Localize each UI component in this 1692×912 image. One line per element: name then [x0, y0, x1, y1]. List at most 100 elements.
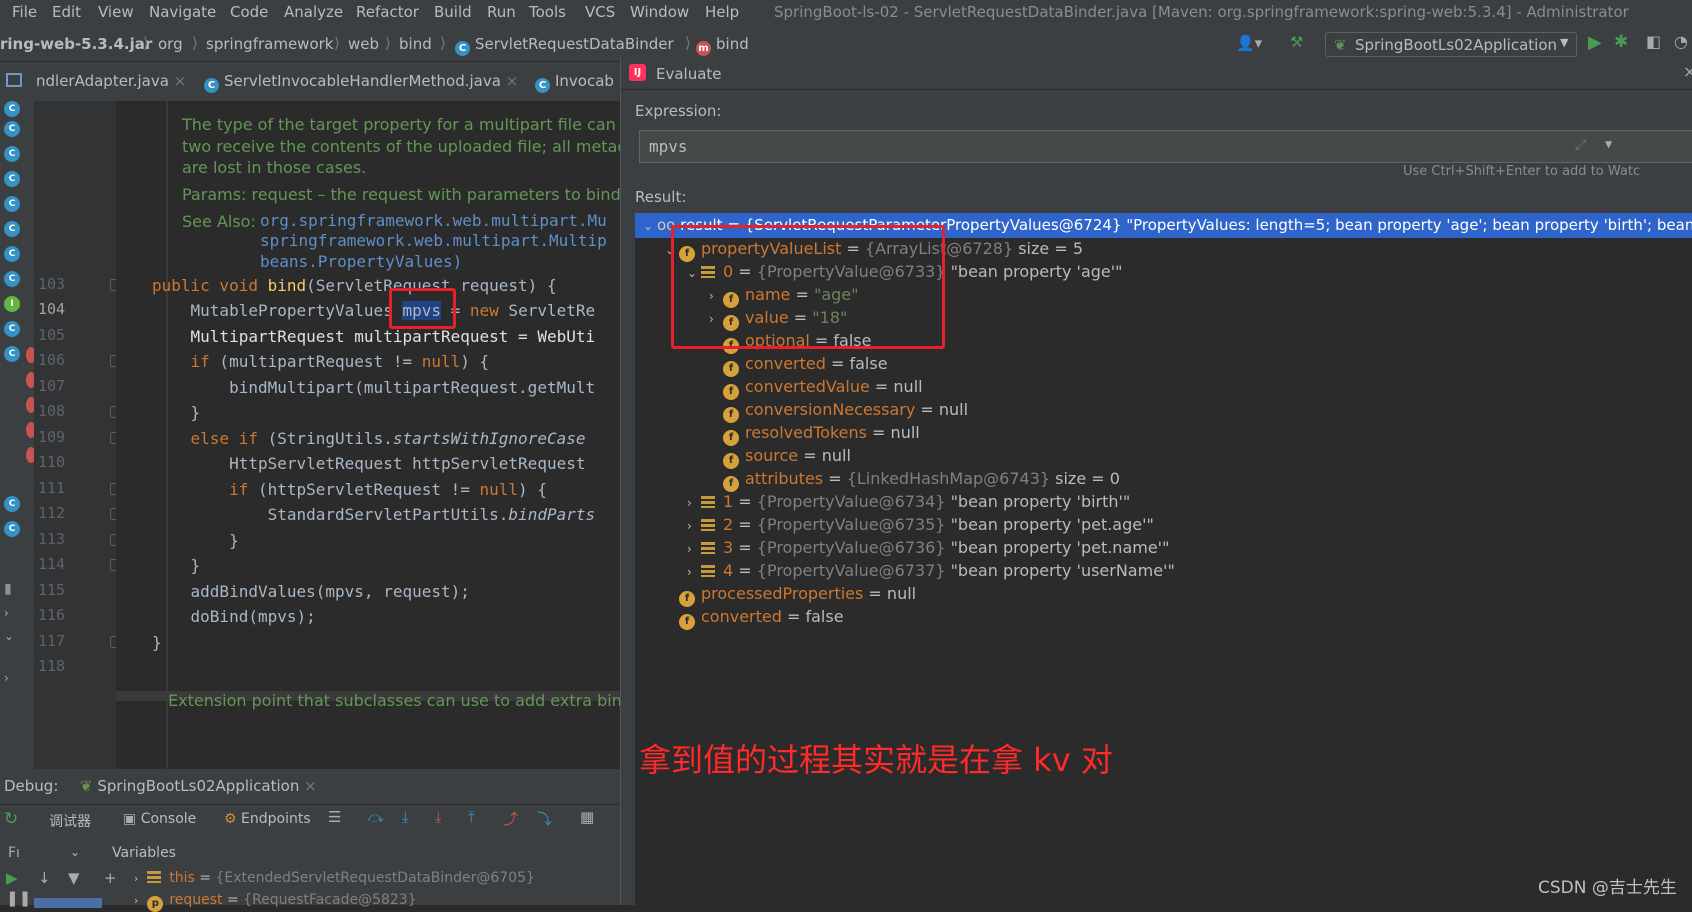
code-line-111: if (httpServletRequest != null) {	[152, 480, 547, 499]
close-icon[interactable]: ×	[174, 72, 187, 90]
coverage-icon[interactable]: ◧	[1646, 32, 1661, 51]
menu-help[interactable]: Help	[705, 3, 739, 21]
expand-icon[interactable]: ⤢	[1575, 137, 1586, 153]
tree-row[interactable]: f converted = false	[679, 604, 844, 630]
interface-icon[interactable]: I	[4, 296, 20, 312]
pause-icon[interactable]: ❚❚	[6, 889, 31, 907]
tab-debugger[interactable]: 调试器	[49, 811, 91, 831]
menu-refactor[interactable]: Refactor	[356, 3, 419, 21]
code-editor[interactable]: The type of the target property for a mu…	[116, 101, 620, 769]
class-icon[interactable]: C	[4, 246, 20, 262]
doc-link[interactable]: springframework.web.multipart.Multip	[260, 231, 607, 250]
class-icon[interactable]: C	[4, 171, 20, 187]
tab-console[interactable]: ▣ Console	[123, 811, 196, 827]
menu-analyze[interactable]: Analyze	[284, 3, 343, 21]
menu-code[interactable]: Code	[230, 3, 268, 21]
close-icon[interactable]: ×	[506, 72, 519, 90]
menu-navigate[interactable]: Navigate	[149, 3, 216, 21]
tab-invocable[interactable]: C Invocab	[535, 72, 614, 93]
breadcrumb-org[interactable]: org	[158, 35, 183, 53]
rerun-icon[interactable]: ↻	[4, 809, 18, 829]
folder-icon[interactable]: ▮	[4, 581, 12, 597]
menu-lines-icon[interactable]: ☰	[328, 808, 341, 826]
close-icon[interactable]: ×	[304, 777, 317, 795]
doc-link[interactable]: org.springframework.web.multipart.Mu	[260, 211, 607, 230]
tree-row[interactable]: › 1 = {PropertyValue@6734} "bean property…	[687, 489, 1130, 514]
tree-row[interactable]: f convertedValue = null	[723, 374, 923, 400]
class-icon[interactable]: C	[4, 321, 20, 337]
evaluate-icon[interactable]: ▦	[580, 808, 594, 826]
resume-icon[interactable]: ▶	[6, 869, 18, 887]
build-hammer-icon[interactable]: ⚒	[1290, 33, 1303, 51]
step-over-icon[interactable]: ⤼	[368, 808, 384, 826]
menu-build[interactable]: Build	[434, 3, 472, 21]
frame-selected[interactable]	[34, 898, 102, 908]
class-icon[interactable]: C	[4, 101, 20, 117]
variable-row[interactable]: › this = {ExtendedServletRequestDataBind…	[134, 870, 535, 886]
tab-endpoints[interactable]: ⚙ Endpoints	[224, 811, 311, 827]
breadcrumb-web[interactable]: web	[348, 35, 379, 53]
profiler-icon[interactable]: ◔	[1674, 32, 1688, 51]
menu-tools[interactable]: Tools	[529, 3, 566, 21]
chevron-right-icon[interactable]: ›	[4, 606, 9, 620]
debug-bug-icon[interactable]: ✱	[1614, 32, 1628, 52]
doc-link[interactable]: beans.PropertyValues)	[260, 252, 462, 271]
filter-icon[interactable]: ▼	[68, 869, 80, 887]
tree-row[interactable]: › 2 = {PropertyValue@6735} "bean property…	[687, 512, 1154, 537]
step-into-icon[interactable]: ⤓	[402, 808, 409, 826]
chevron-down-icon[interactable]: ⌄	[70, 845, 80, 859]
tree-row[interactable]: f processedProperties = null	[679, 581, 916, 607]
chevron-down-icon[interactable]: ⌄	[4, 629, 14, 643]
tree-row[interactable]: f converted = false	[723, 351, 888, 377]
run-config-select[interactable]: ❦ SpringBootLs02Application ▼	[1325, 32, 1577, 57]
chevron-down-icon: ▼	[1560, 36, 1569, 49]
breadcrumb-jar[interactable]: ring-web-5.3.4.jar	[0, 35, 152, 53]
tree-row[interactable]: f conversionNecessary = null	[723, 397, 968, 423]
menu-edit[interactable]: Edit	[52, 3, 81, 21]
code-line-108: }	[152, 403, 201, 422]
arrow-down-icon[interactable]: ↓	[38, 869, 51, 887]
expression-label: Expression:	[635, 102, 722, 120]
run-to-cursor-icon[interactable]: ⤵	[537, 808, 552, 829]
expression-input[interactable]: mpvs ⤢ ▼	[639, 130, 1692, 163]
tree-row[interactable]: f source = null	[723, 443, 851, 469]
user-icon[interactable]: 👤▾	[1236, 34, 1262, 52]
force-step-into-icon[interactable]: ⤓	[435, 808, 442, 826]
menu-file[interactable]: File	[12, 3, 37, 21]
drop-frame-icon[interactable]: ⤴	[503, 808, 518, 829]
tree-row[interactable]: › 3 = {PropertyValue@6736} "bean property…	[687, 535, 1169, 560]
class-icon: C	[204, 78, 219, 93]
class-icon[interactable]: C	[4, 521, 20, 537]
breadcrumb-method[interactable]: m bind	[696, 35, 749, 56]
editor-tab-bar: ndlerAdapter.java × C ServletInvocableHan…	[0, 62, 620, 101]
class-icon[interactable]: C	[4, 196, 20, 212]
chevron-down-icon[interactable]: ▼	[1605, 137, 1612, 151]
structure-icon[interactable]	[6, 73, 22, 87]
step-out-icon[interactable]: ⤒	[468, 808, 475, 826]
tree-row[interactable]: f attributes = {LinkedHashMap@6743} size …	[723, 466, 1120, 492]
chevron-right-icon[interactable]: ›	[4, 671, 9, 685]
menu-vcs[interactable]: VCS	[585, 3, 615, 21]
tree-row[interactable]: › 4 = {PropertyValue@6737} "bean property…	[687, 558, 1175, 583]
tree-row[interactable]: f resolvedTokens = null	[723, 420, 920, 446]
line-number: 118	[38, 657, 66, 675]
class-icon[interactable]: C	[4, 221, 20, 237]
debug-session-tab[interactable]: ❦ SpringBootLs02Application ×	[80, 777, 317, 795]
close-icon[interactable]: ×	[1683, 62, 1692, 81]
breadcrumb-class[interactable]: C ServletRequestDataBinder	[455, 35, 674, 56]
class-icon[interactable]: C	[4, 146, 20, 162]
class-icon[interactable]: C	[4, 121, 20, 137]
class-icon[interactable]: C	[4, 271, 20, 287]
menu-window[interactable]: Window	[630, 3, 689, 21]
menu-run[interactable]: Run	[487, 3, 516, 21]
class-icon[interactable]: C	[4, 346, 20, 362]
run-icon[interactable]: ▶	[1588, 32, 1602, 53]
tab-servlet-invocable[interactable]: C ServletInvocableHandlerMethod.java ×	[204, 72, 518, 93]
menu-view[interactable]: View	[98, 3, 134, 21]
add-icon[interactable]: +	[104, 869, 117, 887]
variable-row[interactable]: › p request = {RequestFacade@5823}	[134, 892, 417, 912]
breadcrumb-springframework[interactable]: springframework	[206, 35, 333, 53]
tab-handler-adapter[interactable]: ndlerAdapter.java ×	[36, 72, 186, 90]
class-icon[interactable]: C	[4, 496, 20, 512]
breadcrumb-bind[interactable]: bind	[399, 35, 432, 53]
